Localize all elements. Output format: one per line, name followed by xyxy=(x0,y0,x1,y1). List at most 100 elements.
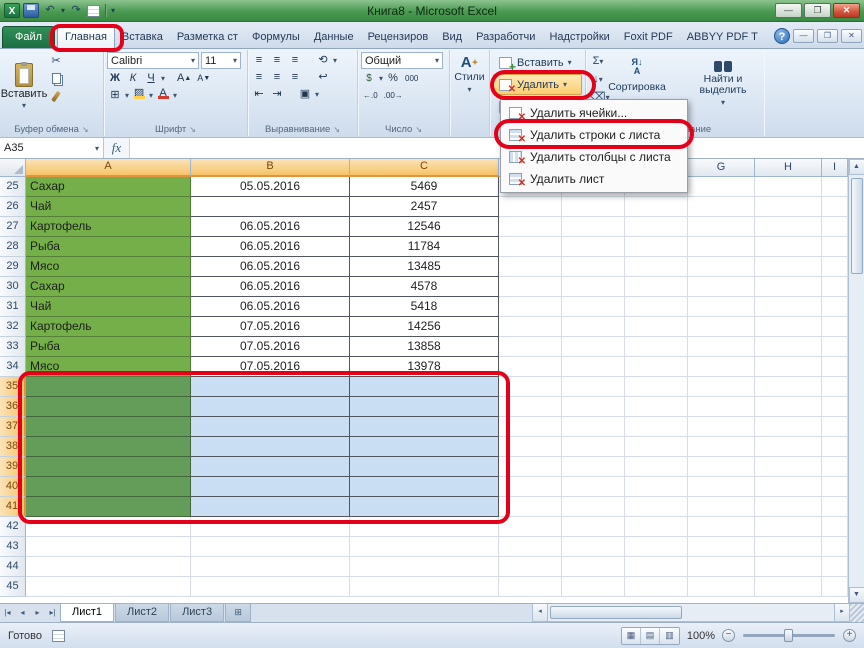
zoom-out-icon[interactable]: − xyxy=(722,629,735,642)
currency-icon[interactable]: $ xyxy=(361,70,377,86)
autosum-icon[interactable]: Σ▾ xyxy=(589,52,607,69)
row-header-39[interactable]: 39 xyxy=(0,457,26,477)
zoom-slider[interactable] xyxy=(743,629,835,642)
first-sheet-icon[interactable]: |◂ xyxy=(0,604,15,622)
cell-B25[interactable]: 05.05.2016 xyxy=(191,177,350,197)
borders-icon[interactable]: ⊞ xyxy=(107,87,123,103)
scroll-left-icon[interactable]: ◂ xyxy=(532,604,548,622)
cell-G45[interactable] xyxy=(688,577,755,597)
cell-I36[interactable] xyxy=(822,397,848,417)
tab-data[interactable]: Данные xyxy=(307,27,361,48)
undo-icon[interactable]: ↶ xyxy=(42,3,58,18)
cell-I30[interactable] xyxy=(822,277,848,297)
row-header-40[interactable]: 40 xyxy=(0,477,26,497)
underline-caret-icon[interactable]: ▾ xyxy=(161,74,165,83)
align-middle-icon[interactable]: ≡ xyxy=(269,52,285,68)
cell-A40[interactable] xyxy=(26,477,191,497)
cell-H35[interactable] xyxy=(755,377,822,397)
underline-button[interactable]: Ч xyxy=(143,70,159,86)
row-header-27[interactable]: 27 xyxy=(0,217,26,237)
cell-D36[interactable] xyxy=(499,397,562,417)
cell-B39[interactable] xyxy=(191,457,350,477)
cell-G26[interactable] xyxy=(688,197,755,217)
cell-F39[interactable] xyxy=(625,457,688,477)
cell-I43[interactable] xyxy=(822,537,848,557)
cell-E42[interactable] xyxy=(562,517,625,537)
cell-F27[interactable] xyxy=(625,217,688,237)
cell-H33[interactable] xyxy=(755,337,822,357)
cell-I28[interactable] xyxy=(822,237,848,257)
merge-center-icon[interactable]: ▣ xyxy=(297,86,313,102)
cell-B31[interactable]: 06.05.2016 xyxy=(191,297,350,317)
cell-G29[interactable] xyxy=(688,257,755,277)
cell-C25[interactable]: 5469 xyxy=(350,177,499,197)
increase-font-icon[interactable]: А▲ xyxy=(175,70,193,86)
cell-D39[interactable] xyxy=(499,457,562,477)
workbook-close-button[interactable]: ✕ xyxy=(841,29,862,43)
percent-icon[interactable]: % xyxy=(385,70,401,86)
cell-D34[interactable] xyxy=(499,357,562,377)
cell-H30[interactable] xyxy=(755,277,822,297)
cell-F44[interactable] xyxy=(625,557,688,577)
row-header-37[interactable]: 37 xyxy=(0,417,26,437)
cell-F31[interactable] xyxy=(625,297,688,317)
cell-C40[interactable] xyxy=(350,477,499,497)
cell-G35[interactable] xyxy=(688,377,755,397)
cell-C33[interactable]: 13858 xyxy=(350,337,499,357)
cell-F40[interactable] xyxy=(625,477,688,497)
tab-formulas[interactable]: Формулы xyxy=(245,27,307,48)
cell-H26[interactable] xyxy=(755,197,822,217)
menu-item-delete-cells[interactable]: ✕ Удалить ячейки... xyxy=(503,102,685,124)
cell-C44[interactable] xyxy=(350,557,499,577)
tab-home[interactable]: Главная xyxy=(57,26,115,48)
tab-file[interactable]: Файл xyxy=(2,26,56,48)
wrap-text-icon[interactable]: ↩ xyxy=(315,69,331,85)
cell-A44[interactable] xyxy=(26,557,191,577)
tab-addins[interactable]: Надстройки xyxy=(542,27,616,48)
cell-A39[interactable] xyxy=(26,457,191,477)
cell-F36[interactable] xyxy=(625,397,688,417)
cell-E34[interactable] xyxy=(562,357,625,377)
thousands-icon[interactable]: 000 xyxy=(403,70,420,86)
paste-button[interactable]: Вставить ▾ xyxy=(1,52,47,121)
decrease-indent-icon[interactable]: ⇤ xyxy=(251,86,267,102)
cell-F30[interactable] xyxy=(625,277,688,297)
cell-G38[interactable] xyxy=(688,437,755,457)
excel-logo-icon[interactable]: X xyxy=(4,3,20,18)
cell-A25[interactable]: Сахар xyxy=(26,177,191,197)
cell-H27[interactable] xyxy=(755,217,822,237)
cell-H32[interactable] xyxy=(755,317,822,337)
cell-G27[interactable] xyxy=(688,217,755,237)
fill-color-icon[interactable]: ▨ xyxy=(131,87,147,103)
align-center-icon[interactable]: ≡ xyxy=(269,69,285,85)
cell-D45[interactable] xyxy=(499,577,562,597)
cell-E37[interactable] xyxy=(562,417,625,437)
cell-C36[interactable] xyxy=(350,397,499,417)
cell-I42[interactable] xyxy=(822,517,848,537)
name-box-caret-icon[interactable]: ▾ xyxy=(95,144,99,153)
save-icon[interactable] xyxy=(23,3,39,18)
cell-A27[interactable]: Картофель xyxy=(26,217,191,237)
align-left-icon[interactable]: ≡ xyxy=(251,69,267,85)
number-dialog-launcher-icon[interactable]: ↘ xyxy=(415,124,422,136)
cell-F28[interactable] xyxy=(625,237,688,257)
tab-abbyy-pdf[interactable]: ABBYY PDF T xyxy=(680,27,765,48)
cell-A35[interactable] xyxy=(26,377,191,397)
column-header-C[interactable]: C xyxy=(350,159,499,177)
cell-H41[interactable] xyxy=(755,497,822,517)
clipboard-dialog-launcher-icon[interactable]: ↘ xyxy=(82,124,89,136)
insert-cells-button[interactable]: + Вставить ▾ xyxy=(493,52,582,74)
cell-E40[interactable] xyxy=(562,477,625,497)
row-header-34[interactable]: 34 xyxy=(0,357,26,377)
cell-F33[interactable] xyxy=(625,337,688,357)
cell-G28[interactable] xyxy=(688,237,755,257)
decrease-decimal-icon[interactable]: .00→ xyxy=(382,87,405,103)
sheet-tab-list1[interactable]: Лист1 xyxy=(60,604,115,622)
select-all-corner[interactable] xyxy=(0,159,26,177)
cell-I41[interactable] xyxy=(822,497,848,517)
cell-F35[interactable] xyxy=(625,377,688,397)
cell-I31[interactable] xyxy=(822,297,848,317)
cell-I35[interactable] xyxy=(822,377,848,397)
cell-B28[interactable]: 06.05.2016 xyxy=(191,237,350,257)
cell-G39[interactable] xyxy=(688,457,755,477)
